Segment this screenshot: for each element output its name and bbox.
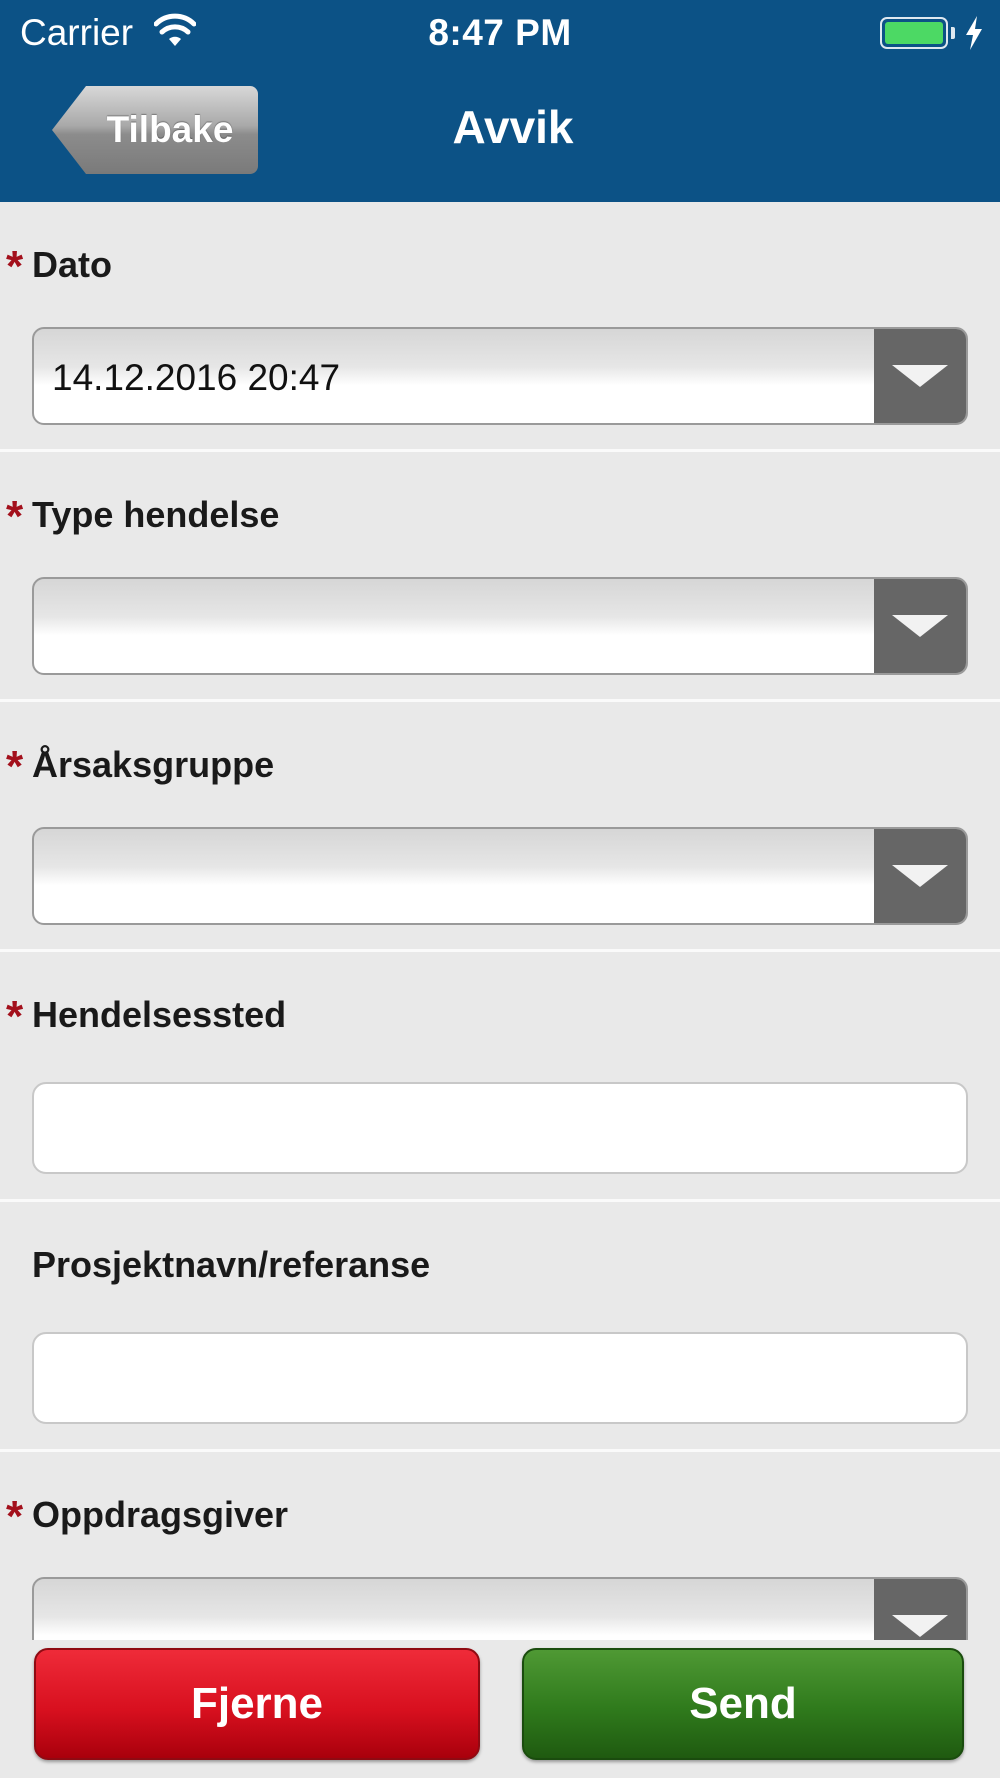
required-marker: * — [6, 1492, 24, 1541]
field-label: Prosjektnavn/referanse — [32, 1244, 431, 1285]
date-select[interactable]: 14.12.2016 20:47 — [32, 327, 968, 425]
field-label: Hendelsessted — [32, 994, 287, 1035]
cause-group-select[interactable] — [32, 827, 968, 925]
required-marker: * — [6, 992, 24, 1041]
field-label: Årsaksgruppe — [32, 744, 275, 785]
status-bar: Carrier 8:47 PM — [0, 0, 1000, 68]
required-marker: * — [6, 742, 24, 791]
remove-button-label: Fjerne — [190, 1679, 324, 1728]
field-label: Oppdragsgiver — [32, 1494, 289, 1535]
dropdown-button[interactable] — [874, 329, 966, 423]
event-location-input[interactable] — [32, 1082, 968, 1174]
field-event-location: * Hendelsessted — [0, 952, 1000, 1202]
page-title: Avvik — [452, 101, 574, 153]
battery-tip — [951, 27, 955, 39]
chevron-down-icon — [892, 615, 948, 637]
field-project-reference: Prosjektnavn/referanse — [0, 1202, 1000, 1452]
field-date: * Dato 14.12.2016 20:47 — [0, 202, 1000, 452]
field-event-type: * Type hendelse — [0, 452, 1000, 702]
required-marker: * — [6, 242, 24, 291]
dropdown-button[interactable] — [874, 579, 966, 673]
event-type-select[interactable] — [32, 577, 968, 675]
battery-icon — [880, 17, 948, 49]
header: Carrier 8:47 PM Tilbake Avvik — [0, 0, 1000, 202]
field-label: Dato — [32, 244, 112, 285]
send-button[interactable]: Send — [522, 1648, 964, 1760]
charging-bolt-icon — [966, 16, 982, 50]
remove-button[interactable]: Fjerne — [34, 1648, 480, 1760]
field-label: Type hendelse — [32, 494, 280, 535]
action-bar: Fjerne Send — [0, 1640, 1000, 1778]
status-time: 8:47 PM — [428, 12, 572, 53]
send-button-label: Send — [689, 1679, 797, 1728]
field-cause-group: * Årsaksgruppe — [0, 702, 1000, 952]
chevron-down-icon — [892, 865, 948, 887]
required-marker: * — [6, 492, 24, 541]
dropdown-button[interactable] — [874, 829, 966, 923]
chevron-down-icon — [892, 1615, 948, 1637]
deviation-form: * Dato 14.12.2016 20:47 * Type hendelse … — [0, 202, 1000, 1702]
project-reference-input[interactable] — [32, 1332, 968, 1424]
chevron-down-icon — [892, 365, 948, 387]
date-value: 14.12.2016 20:47 — [52, 357, 341, 398]
